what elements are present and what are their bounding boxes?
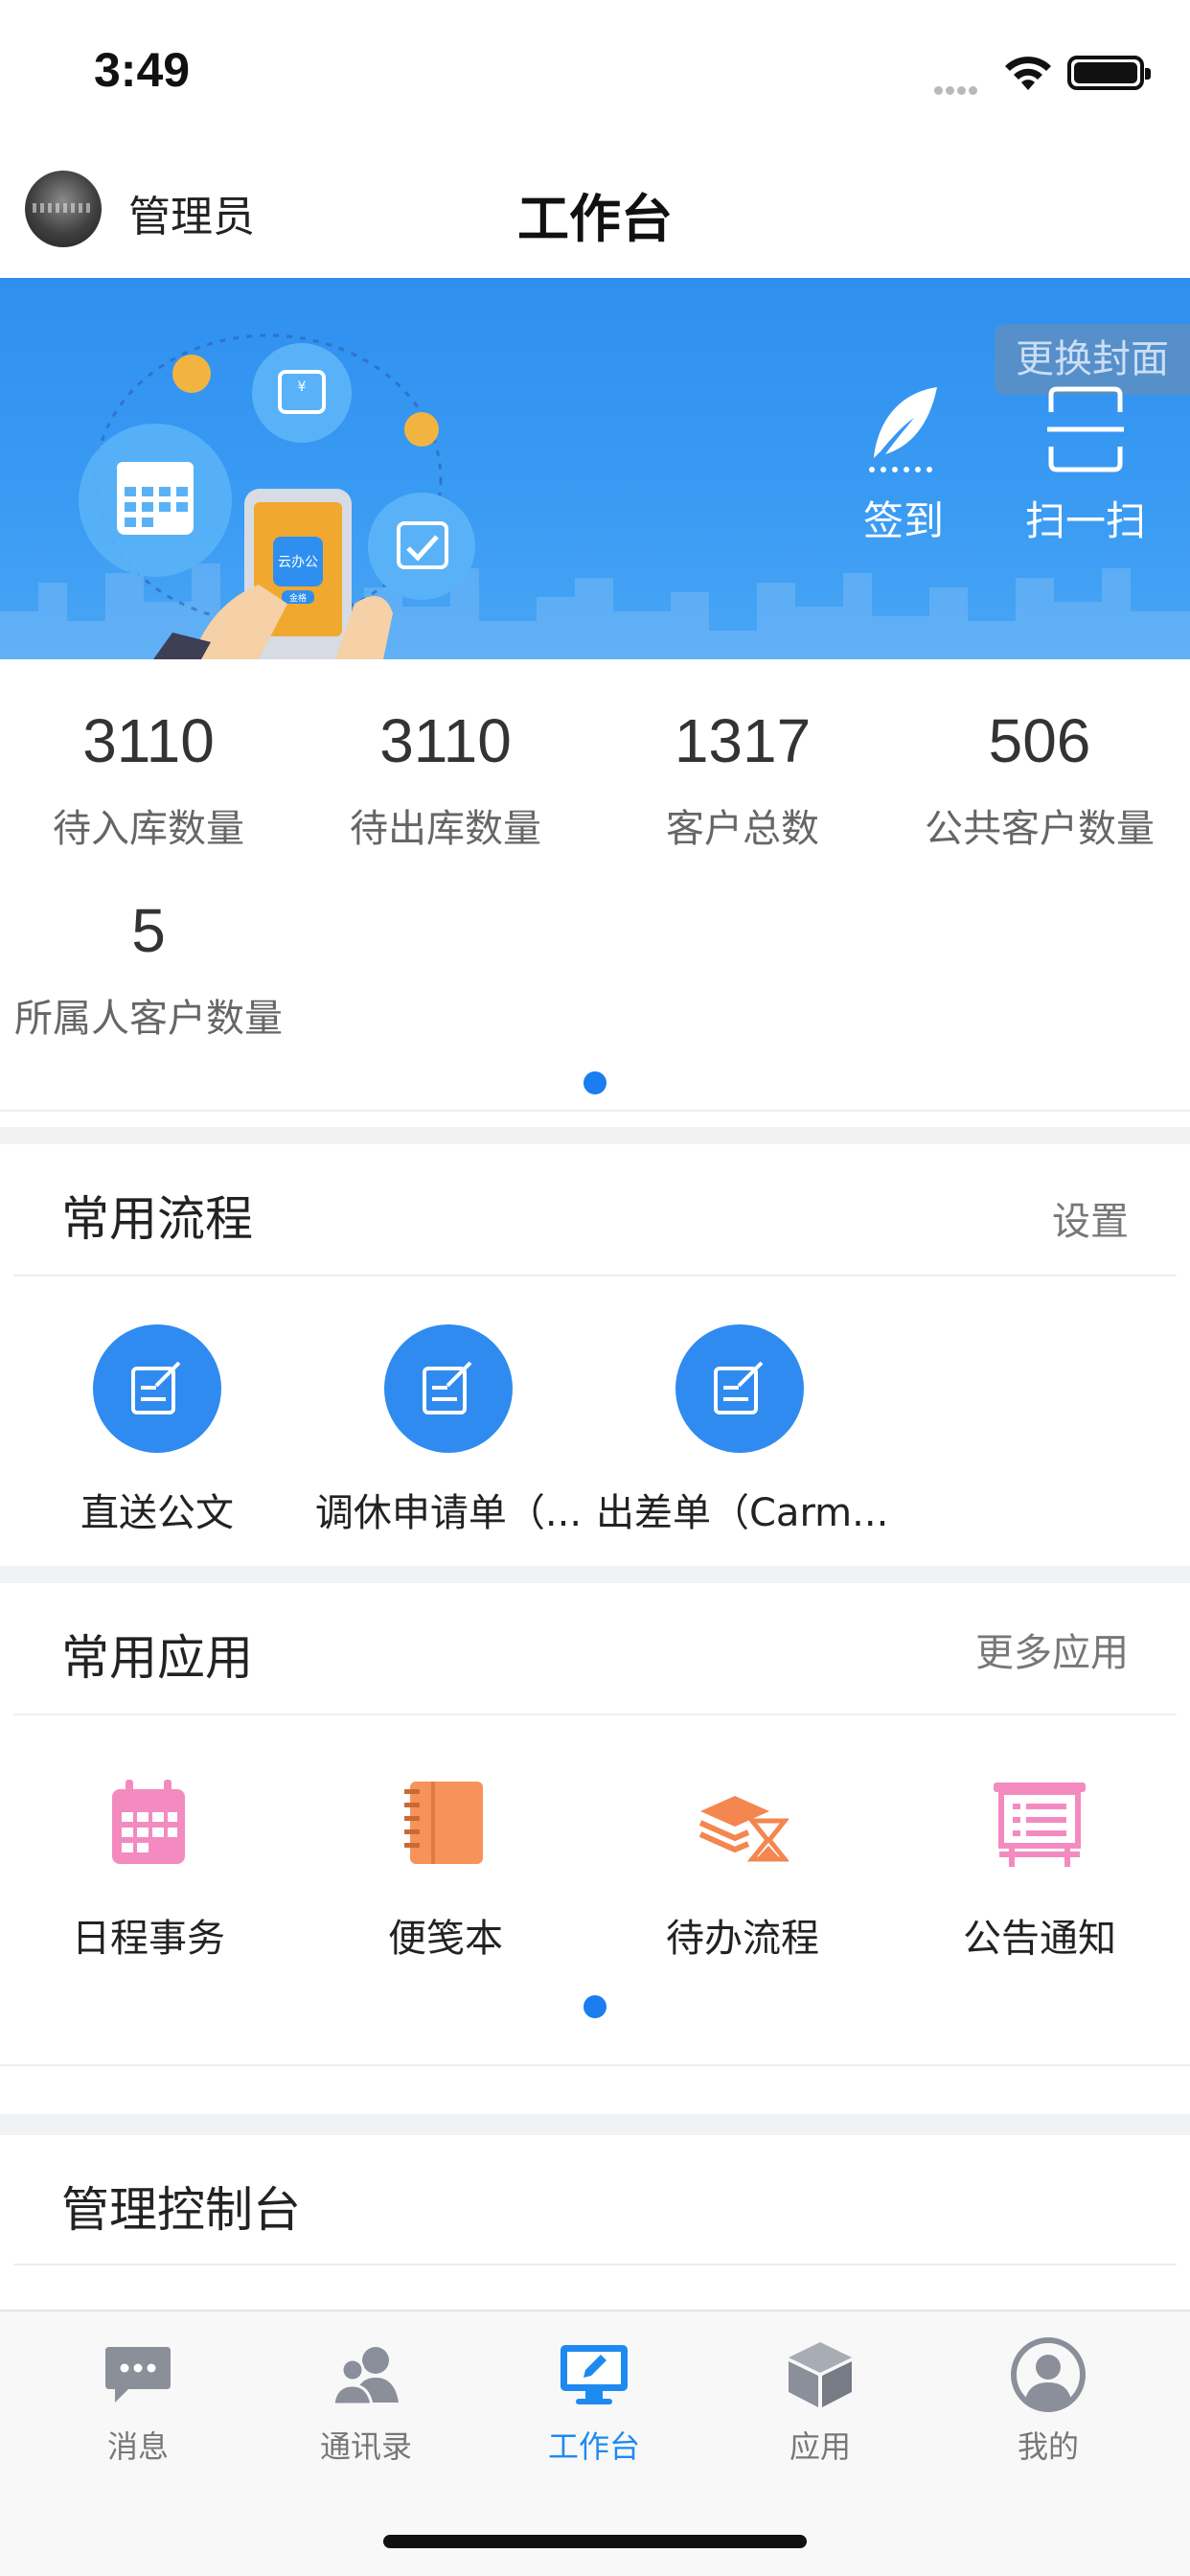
divider (13, 1714, 1177, 1715)
page-title: 工作台 (517, 189, 673, 249)
tab-label: 通讯录 (319, 2428, 412, 2465)
stat-label: 客户总数 (666, 807, 819, 851)
app-notebook[interactable]: 便笺本 (297, 1765, 594, 1963)
tab-profile[interactable]: 我的 (952, 2334, 1144, 2467)
divider (13, 2264, 1177, 2266)
scan-icon (1047, 386, 1124, 472)
office-illustration: ¥ 云办公 金格 (79, 334, 475, 659)
divider (0, 1110, 1190, 1112)
profile-icon (1011, 2337, 1086, 2412)
section-gap (0, 1127, 1190, 1144)
divider (0, 2064, 1190, 2066)
tab-contacts[interactable]: 通讯录 (270, 2334, 462, 2467)
stat-owned-customers[interactable]: 5 所属人客户数量 (0, 895, 297, 1043)
stat-value: 506 (988, 706, 1091, 775)
cube-icon (789, 2342, 852, 2407)
stats-panel: 3110 待入库数量 3110 待出库数量 1317 客户总数 506 公共客户… (0, 659, 1190, 1110)
stat-value: 5 (131, 896, 166, 965)
edit-doc-icon (131, 1361, 181, 1414)
edit-doc-icon (423, 1361, 472, 1414)
scan-label: 扫一扫 (1024, 497, 1146, 544)
home-indicator (383, 2535, 807, 2548)
section-gap (0, 2114, 1190, 2135)
section-title: 管理控制台 (61, 2182, 301, 2238)
notebook-icon (404, 1782, 483, 1864)
battery-icon (1067, 56, 1151, 90)
signin-label: 签到 (862, 497, 944, 544)
section-gap (0, 1566, 1190, 1583)
tab-messages[interactable]: 消息 (42, 2334, 234, 2467)
stat-value: 3110 (379, 706, 512, 775)
process-label: 调休申请单（... (314, 1491, 583, 1535)
illustration-label: 云办公 (278, 555, 318, 570)
app-todo-process[interactable]: 待办流程 (594, 1765, 891, 1963)
wifi-icon (1005, 57, 1051, 90)
process-label: 出差单（Carm... (596, 1491, 889, 1535)
process-item[interactable]: 调休申请单（... (305, 1324, 592, 1537)
section-title: 常用流程 (61, 1191, 253, 1247)
page-indicator-dot (584, 1995, 606, 2018)
status-bar: 3:49 (0, 0, 1190, 144)
stat-label: 所属人客户数量 (14, 997, 283, 1041)
status-time: 3:49 (94, 43, 191, 97)
app-label: 便笺本 (388, 1917, 503, 1961)
app-label: 公告通知 (963, 1917, 1116, 1961)
signin-button[interactable]: 签到 (832, 383, 975, 547)
process-item[interactable]: 出差单（Carm... (596, 1324, 889, 1537)
stat-value: 3110 (82, 706, 215, 775)
stat-pending-outbound[interactable]: 3110 待出库数量 (297, 705, 594, 853)
stat-label: 待出库数量 (350, 807, 541, 851)
tab-workbench[interactable]: 工作台 (498, 2334, 690, 2467)
app-label: 日程事务 (72, 1917, 225, 1961)
process-item[interactable]: 直送公文 (13, 1324, 301, 1537)
stat-customer-total[interactable]: 1317 客户总数 (594, 705, 891, 853)
chat-icon (105, 2347, 171, 2403)
section-title: 常用应用 (61, 1630, 253, 1686)
stat-value: 1317 (674, 706, 812, 775)
banner: ¥ 云办公 金格 更换封面 签到 扫一扫 (0, 278, 1190, 659)
app-schedule[interactable]: 日程事务 (0, 1765, 297, 1963)
contacts-icon (332, 2347, 399, 2406)
tab-apps[interactable]: 应用 (724, 2334, 916, 2467)
divider (13, 1275, 1177, 1276)
app-header: 管理员 工作台 (0, 144, 1190, 278)
more-apps-link[interactable]: 更多应用 (975, 1622, 1129, 1677)
illustration-sub: 金格 (289, 592, 307, 604)
svg-text:¥: ¥ (298, 380, 307, 395)
signal-icon (934, 80, 990, 95)
hourglass-stack-icon (698, 1796, 789, 1862)
calendar-icon (112, 1780, 185, 1864)
tab-label: 消息 (106, 2428, 169, 2465)
stat-pending-inbound[interactable]: 3110 待入库数量 (0, 705, 297, 853)
app-label: 待办流程 (666, 1917, 819, 1961)
edit-doc-icon (714, 1361, 764, 1414)
workbench-icon (561, 2345, 628, 2404)
process-label: 直送公文 (80, 1491, 234, 1535)
feather-icon (869, 387, 937, 472)
page-indicator-dot (584, 1071, 606, 1094)
scan-button[interactable]: 扫一扫 (1014, 383, 1157, 547)
tab-label: 工作台 (547, 2428, 640, 2465)
stat-public-customers[interactable]: 506 公共客户数量 (891, 705, 1188, 853)
stat-label: 待入库数量 (53, 807, 244, 851)
app-announcements[interactable]: 公告通知 (891, 1765, 1188, 1963)
tab-label: 应用 (789, 2428, 851, 2465)
tab-label: 我的 (1017, 2428, 1079, 2465)
notice-board-icon (994, 1782, 1086, 1867)
processes-settings-link[interactable]: 设置 (1052, 1190, 1129, 1246)
stat-label: 公共客户数量 (925, 807, 1155, 851)
